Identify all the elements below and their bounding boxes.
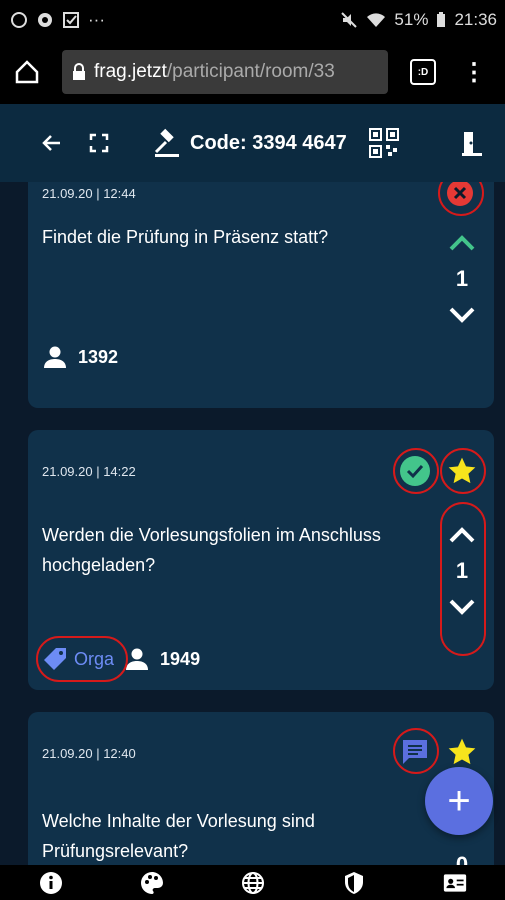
browser-toolbar: frag.jetzt/participant/room/33 :D ⋮ xyxy=(0,40,505,104)
room-code: Code: 3394 4647 xyxy=(190,131,347,154)
question-date: 21.09.20 | 14:22 xyxy=(42,464,136,479)
browser-menu-icon[interactable]: ⋮ xyxy=(462,58,486,87)
question-meta: 1392 xyxy=(42,346,118,368)
contact-card-icon[interactable] xyxy=(443,871,467,895)
vote-controls: 0 xyxy=(444,838,480,865)
wifi-icon xyxy=(366,12,386,28)
url-path: /participant/room/33 xyxy=(166,61,335,82)
info-icon[interactable] xyxy=(39,871,63,895)
downvote-icon[interactable] xyxy=(448,306,476,324)
home-icon[interactable] xyxy=(14,59,40,85)
user-icon xyxy=(42,346,68,368)
bottom-nav xyxy=(0,865,505,900)
highlight-marker xyxy=(393,448,439,494)
question-text: Welche Inhalte der Vorlesung sind Prüfun… xyxy=(42,811,315,861)
shield-icon[interactable] xyxy=(342,871,366,895)
battery-icon xyxy=(436,12,446,28)
question-text: Werden die Vorlesungsfolien im Anschluss… xyxy=(42,525,381,575)
moderator-gavel-icon[interactable] xyxy=(152,128,182,158)
favorite-star-icon[interactable] xyxy=(446,736,478,768)
highlight-marker xyxy=(440,502,486,656)
mute-icon xyxy=(340,11,358,29)
question-text: Findet die Prüfung in Präsenz statt? xyxy=(42,227,329,247)
status-system: 51% 21:36 xyxy=(340,10,497,30)
back-arrow-icon[interactable] xyxy=(40,131,64,155)
checkbox-icon xyxy=(62,11,80,29)
add-question-button[interactable]: + xyxy=(425,767,493,835)
url-domain: frag.jetzt xyxy=(94,61,167,82)
app-toolbar: Code: 3394 4647 xyxy=(0,104,505,182)
question-card[interactable]: 21.09.20 | 12:44 Findet die Prüfung in P… xyxy=(28,182,494,408)
whatsapp-icon xyxy=(10,11,28,29)
battery-text: 51% xyxy=(394,10,429,29)
upvote-icon[interactable] xyxy=(448,234,476,252)
status-notifications: ··· xyxy=(10,10,105,30)
question-list: 21.09.20 | 12:44 Findet die Prüfung in P… xyxy=(0,182,505,865)
lock-icon xyxy=(72,63,86,81)
question-date: 21.09.20 | 12:40 xyxy=(42,746,136,761)
url-field[interactable]: frag.jetzt/participant/room/33 xyxy=(62,50,388,94)
tab-switcher-button[interactable]: :D xyxy=(410,59,436,85)
signal-icon xyxy=(36,11,54,29)
globe-icon[interactable] xyxy=(241,871,265,895)
vote-controls: 1 xyxy=(444,234,480,324)
status-bar: ··· 51% 21:36 xyxy=(0,0,505,40)
user-count: 1949 xyxy=(160,648,201,669)
user-count: 1392 xyxy=(78,346,119,367)
clock: 21:36 xyxy=(454,10,497,29)
exit-room-icon[interactable] xyxy=(461,130,483,156)
vote-count: 1 xyxy=(455,266,469,291)
fullscreen-icon[interactable] xyxy=(88,132,110,154)
highlight-marker xyxy=(440,448,486,494)
vote-count: 0 xyxy=(455,852,469,865)
qr-code-icon[interactable] xyxy=(368,128,399,158)
highlight-marker xyxy=(393,728,439,774)
palette-icon[interactable] xyxy=(140,871,164,895)
question-date: 21.09.20 | 12:44 xyxy=(42,186,136,201)
more-icon: ··· xyxy=(88,10,105,29)
highlight-marker xyxy=(36,636,128,682)
